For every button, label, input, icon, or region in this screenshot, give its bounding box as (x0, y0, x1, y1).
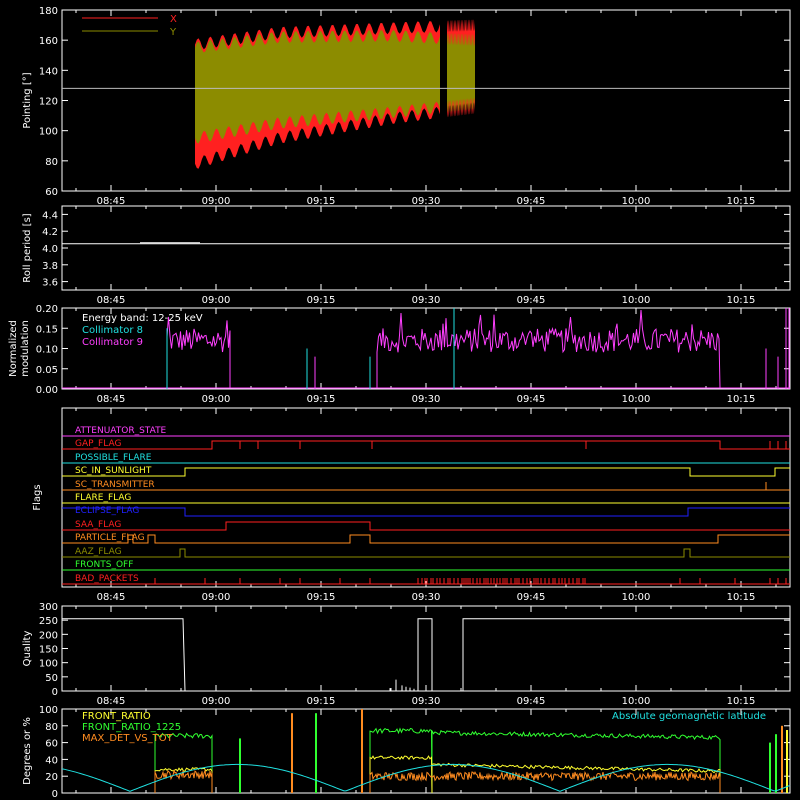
y-tick-label: 300 (39, 602, 58, 613)
geomag-legend: Absolute geomagnetic latitude (612, 711, 766, 722)
y-tick-label: 0.00 (36, 385, 58, 396)
flag-label-flare-flag: FLARE_FLAG (75, 493, 131, 503)
y-tick-label: 50 (45, 673, 58, 684)
y-tick-label: 100 (39, 705, 58, 716)
y-tick-label: 3.8 (42, 261, 58, 272)
y-tick-label: 180 (39, 6, 58, 17)
y-axis-label: Flags (32, 484, 43, 510)
y-tick-label: 80 (45, 157, 58, 168)
x-tick-label: 09:15 (307, 196, 336, 207)
ratio-legend-2: MAX_DET_VS_TOT (82, 733, 174, 744)
y-tick-label: 4.2 (42, 227, 58, 238)
x-tick-label: 08:45 (97, 295, 126, 306)
x-tick-label: 10:15 (727, 592, 756, 603)
x-tick-label: 09:45 (517, 394, 546, 405)
y-tick-label: 250 (39, 616, 58, 627)
x-tick-label: 10:00 (622, 295, 651, 306)
legend-label-y: Y (169, 27, 177, 38)
x-tick-label: 08:45 (97, 592, 126, 603)
y-tick-label: 40 (45, 755, 58, 766)
flag-label-gap-flag: GAP_FLAG (75, 439, 121, 449)
y-tick-label: 20 (45, 772, 58, 783)
y-tick-label: 150 (39, 645, 58, 656)
ratio-legend-1: FRONT_RATIO_1225 (82, 722, 181, 733)
y-axis-label-2: modulation (20, 320, 31, 377)
x-tick-label: 09:30 (412, 696, 441, 707)
modulation-legend-0: Energy band: 12-25 keV (82, 313, 203, 324)
x-tick-label: 09:00 (202, 592, 231, 603)
modulation-legend-1: Collimator 8 (82, 325, 143, 336)
x-tick-label: 09:45 (517, 696, 546, 707)
flag-label-aaz-flag: AAZ_FLAG (75, 547, 122, 557)
y-axis-label: Degrees or % (22, 717, 33, 785)
flag-label-possible-flare: POSSIBLE_FLARE (75, 453, 152, 463)
y-tick-label: 0.20 (36, 304, 58, 315)
x-tick-label: 09:45 (517, 295, 546, 306)
y-tick-label: 4.4 (42, 210, 58, 221)
y-tick-label: 0.15 (36, 324, 58, 335)
x-tick-label: 10:15 (727, 394, 756, 405)
y-tick-label: 0.05 (36, 365, 58, 376)
y-tick-label: 60 (45, 739, 58, 750)
flag-label-bad-packets: BAD_PACKETS (75, 574, 139, 584)
flag-label-sc-in-sunlight: SC_IN_SUNLIGHT (75, 466, 152, 476)
y-tick-label: 0.10 (36, 345, 58, 356)
x-tick-label: 10:00 (622, 394, 651, 405)
x-tick-label: 08:45 (97, 394, 126, 405)
x-tick-label: 10:00 (622, 592, 651, 603)
y-tick-label: 100 (39, 127, 58, 138)
x-tick-label: 09:30 (412, 295, 441, 306)
x-tick-label: 09:00 (202, 295, 231, 306)
x-tick-label: 09:00 (202, 394, 231, 405)
x-tick-label: 10:15 (727, 196, 756, 207)
x-tick-label: 10:00 (622, 696, 651, 707)
y-tick-label: 120 (39, 97, 58, 108)
flag-label-particle-flag: PARTICLE_FLAG (75, 533, 145, 543)
y-axis-label: Roll period [s] (22, 213, 33, 282)
y-tick-label: 160 (39, 36, 58, 47)
y-axis-label: Normalized (8, 320, 19, 377)
x-tick-label: 09:00 (202, 696, 231, 707)
x-tick-label: 10:00 (622, 196, 651, 207)
x-tick-label: 09:30 (412, 592, 441, 603)
hessi-summary-chart: 08:45 09:00 09:15 09:30 09:45 10:00 10:15 60 80 1… (0, 0, 800, 800)
x-tick-label: 09:15 (307, 394, 336, 405)
x-tick-label: 09:30 (412, 394, 441, 405)
legend-label-x: X (170, 14, 177, 25)
pointing-y-band (447, 32, 475, 113)
flag-label-fronts-off: FRONTS_OFF (75, 560, 133, 570)
y-axis-label: Pointing [°] (22, 72, 33, 128)
x-tick-label: 10:15 (727, 696, 756, 707)
y-tick-label: 60 (45, 187, 58, 198)
modulation-legend-2: Collimator 9 (82, 337, 143, 348)
y-tick-label: 140 (39, 66, 58, 77)
x-tick-label: 09:30 (412, 196, 441, 207)
y-tick-label: 3.6 (42, 278, 58, 289)
x-tick-label: 09:15 (307, 696, 336, 707)
x-tick-label: 09:15 (307, 295, 336, 306)
x-tick-label: 09:45 (517, 592, 546, 603)
ratio-legend-0: FRONT_RATIO (82, 711, 151, 722)
y-axis-label: Quality (22, 631, 33, 667)
y-tick-label: 80 (45, 722, 58, 733)
x-tick-label: 09:15 (307, 592, 336, 603)
x-tick-label: 09:00 (202, 196, 231, 207)
y-tick-label: 200 (39, 630, 58, 641)
x-tick-label: 09:45 (517, 196, 546, 207)
y-tick-label: 0 (52, 687, 58, 698)
flag-label-saa-flag: SAA_FLAG (75, 520, 121, 530)
x-tick-label: 10:15 (727, 295, 756, 306)
y-tick-label: 4.0 (42, 244, 58, 255)
y-tick-label: 0 (52, 789, 58, 800)
y-tick-label: 100 (39, 659, 58, 670)
x-tick-label: 08:45 (97, 696, 126, 707)
flag-label-attenuator-state: ATTENUATOR_STATE (75, 426, 167, 436)
x-tick-label: 08:45 (97, 196, 126, 207)
flag-label-sc-transmitter: SC_TRANSMITTER (75, 480, 155, 490)
